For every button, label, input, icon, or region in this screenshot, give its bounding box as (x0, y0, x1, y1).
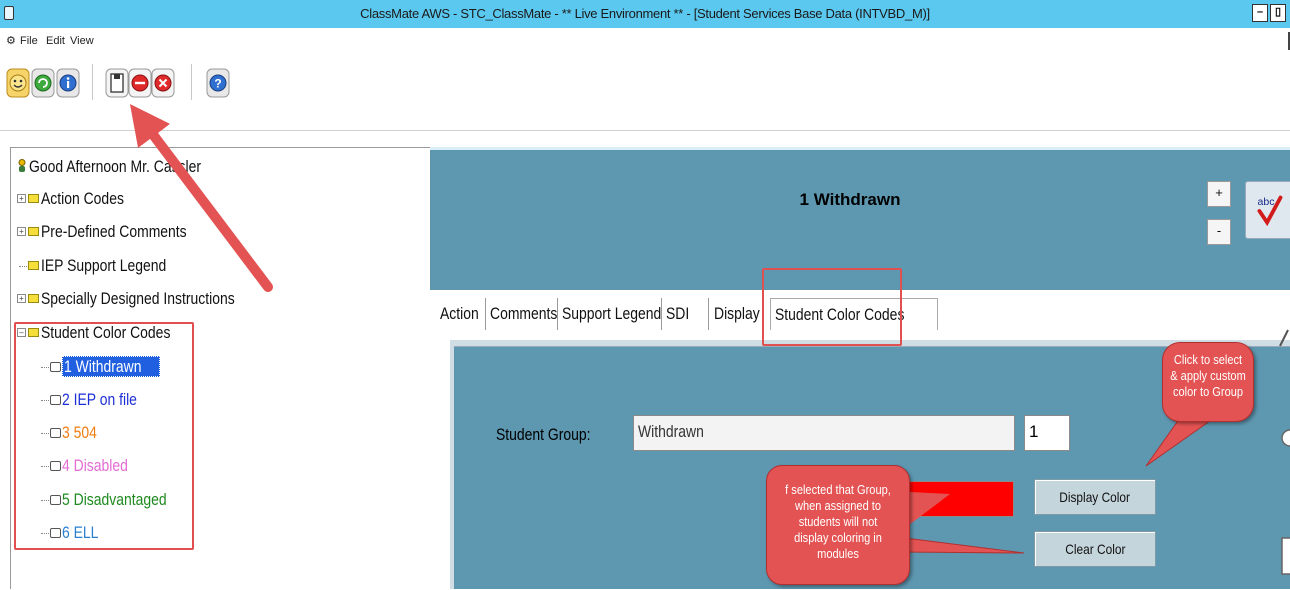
tree-node-action-codes[interactable]: + Action Codes (17, 188, 142, 210)
tab-sdi[interactable]: SDI (666, 298, 694, 330)
help-icon[interactable]: ? (206, 68, 230, 98)
save-icon[interactable] (105, 68, 129, 98)
toolbar-separator (92, 64, 93, 100)
menu-file[interactable]: File (20, 35, 38, 47)
tab-action[interactable]: Action (440, 298, 487, 330)
tree-connector (19, 266, 27, 268)
tab-separator (661, 298, 662, 330)
student-group-label: Student Group: (496, 425, 591, 444)
user-icon (18, 159, 26, 173)
refresh-icon[interactable] (31, 68, 55, 98)
spellcheck-icon: abc (1257, 195, 1283, 227)
callout-select-color: Click to select & apply custom color to … (1162, 342, 1254, 422)
restore-button[interactable]: ▯ (1270, 4, 1286, 22)
sort-order-input[interactable]: 1 (1024, 415, 1070, 451)
tree-greeting: Good Afternoon Mr. Cassler (17, 156, 239, 178)
tree-node-specially-designed-instructions[interactable]: + Specially Designed Instructions (17, 288, 277, 310)
clear-color-button[interactable]: Clear Color (1034, 531, 1156, 567)
gear-icon[interactable]: ⚙ (6, 34, 16, 47)
expand-icon[interactable]: + (17, 294, 26, 304)
menu-view[interactable]: View (70, 35, 94, 47)
folder-icon (28, 261, 39, 271)
tab-separator (708, 298, 709, 330)
folder-icon (28, 227, 39, 237)
tree-node-iep-support-legend[interactable]: IEP Support Legend (19, 255, 194, 277)
minimize-button[interactable]: – (1252, 4, 1268, 22)
record-title: 1 Withdrawn (799, 190, 901, 209)
folder-icon (28, 294, 39, 304)
header-band (430, 147, 1290, 150)
remove-button[interactable]: - (1207, 219, 1231, 245)
info-icon[interactable] (56, 68, 80, 98)
expand-icon[interactable]: + (17, 194, 26, 204)
window-title: ClassMate AWS - STC_ClassMate - ** Live … (360, 6, 930, 21)
tab-support-legend[interactable]: Support Legend (562, 298, 683, 330)
title-bar: ClassMate AWS - STC_ClassMate - ** Live … (0, 0, 1290, 28)
delete-icon[interactable] (128, 68, 152, 98)
toolbar: ? (0, 54, 1290, 114)
toolbar-separator (191, 64, 192, 100)
tree-node-pre-defined-comments[interactable]: + Pre-Defined Comments (17, 221, 219, 243)
callout-clear-color: f selected that Group, when assigned to … (766, 465, 910, 585)
close-icon[interactable] (151, 68, 175, 98)
student-group-input[interactable]: Withdrawn (633, 415, 1015, 451)
folder-icon (28, 194, 39, 204)
window-edge-shapes (1279, 329, 1290, 575)
svg-text:?: ? (214, 77, 221, 91)
expand-icon[interactable]: + (17, 227, 26, 237)
menu-bar: ⚙ File Edit View (0, 28, 1290, 54)
svg-text:abc: abc (1258, 196, 1275, 208)
spellcheck-button[interactable]: abc (1245, 181, 1290, 239)
display-color-button[interactable]: Display Color (1034, 479, 1156, 515)
toolbar-divider (0, 130, 1290, 131)
tab-comments[interactable]: Comments (490, 298, 572, 330)
menu-edit[interactable]: Edit (46, 35, 65, 47)
tab-highlight-box (762, 268, 902, 346)
tab-separator (557, 298, 558, 330)
add-button[interactable]: + (1207, 181, 1231, 207)
smiley-icon[interactable] (6, 68, 30, 98)
tree-highlight-box (14, 322, 194, 550)
tab-separator (485, 298, 486, 330)
content-border (454, 346, 1290, 347)
